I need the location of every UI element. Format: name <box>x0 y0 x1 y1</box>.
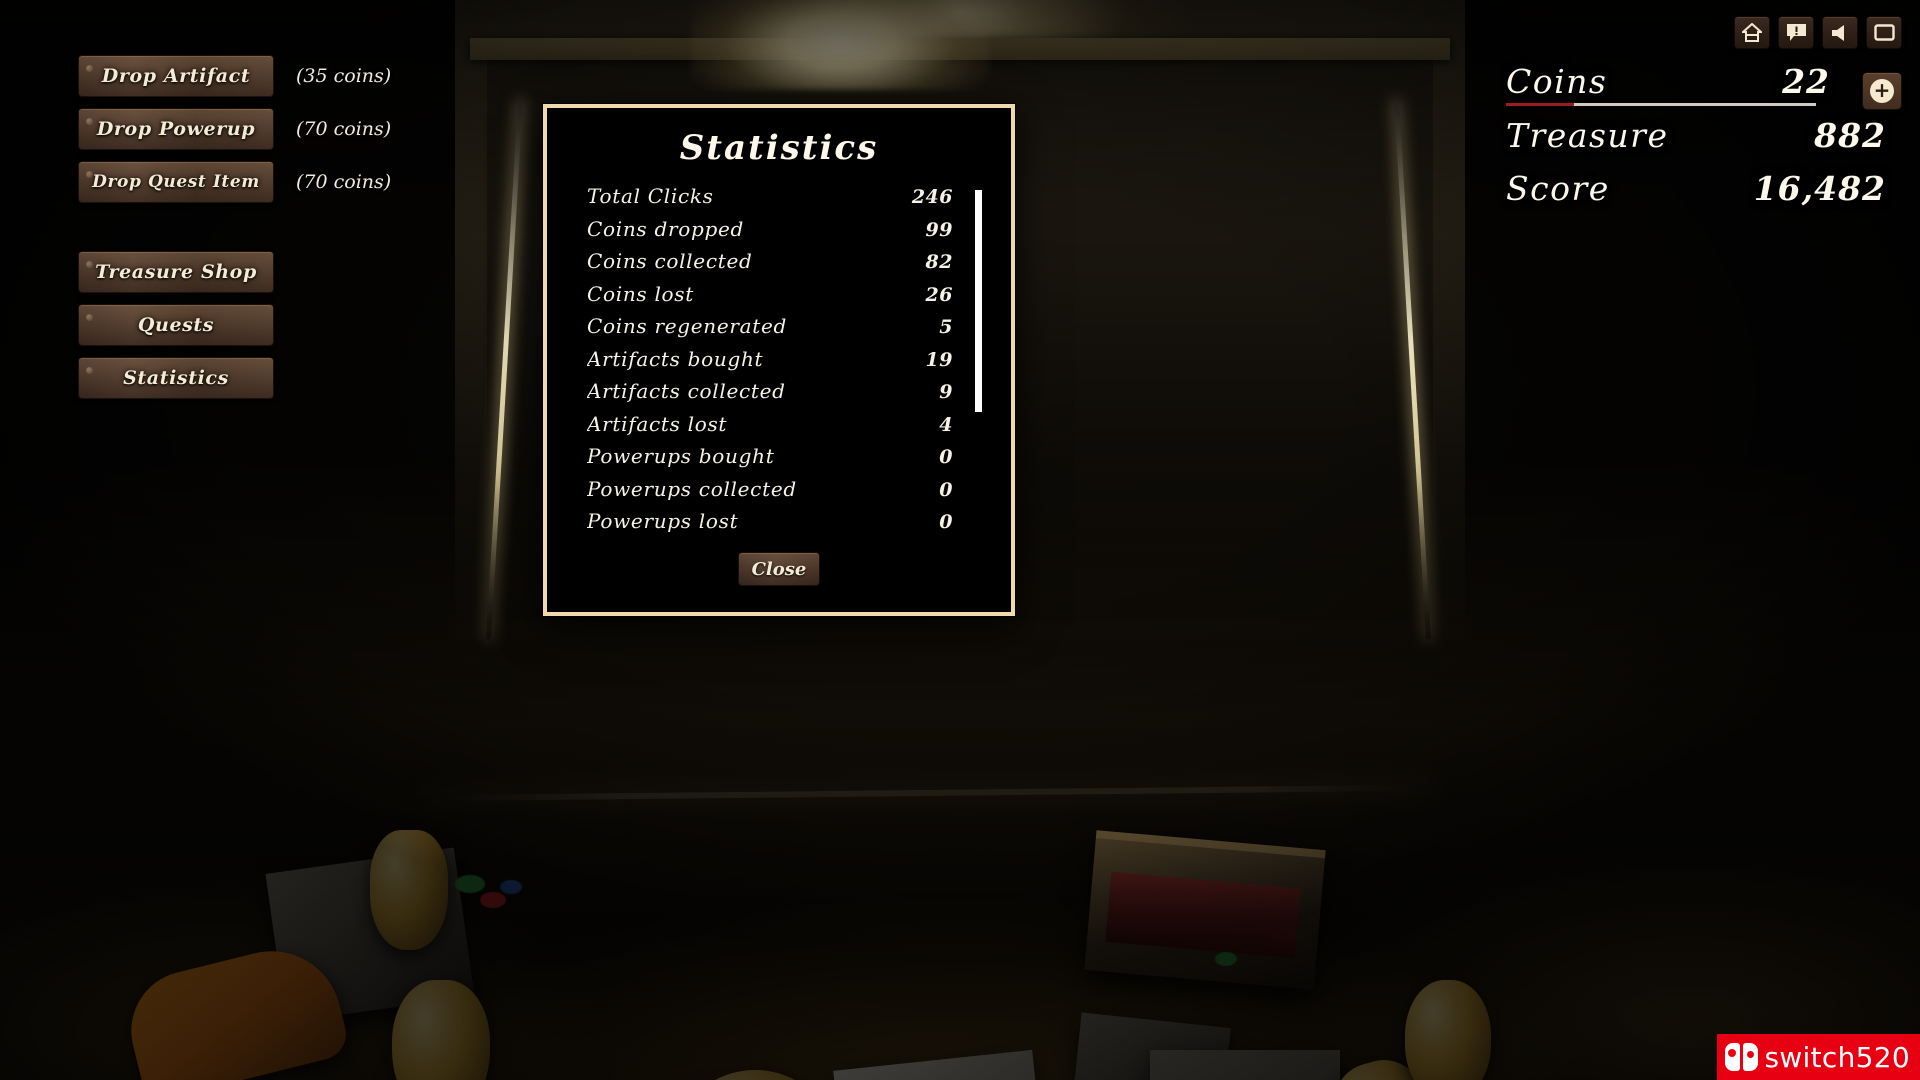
joycon-right-icon <box>1743 1043 1759 1071</box>
coins-label: Coins <box>1506 62 1608 101</box>
sidebar: Drop Artifact (35 coins) Drop Powerup (7… <box>78 55 508 410</box>
statistics-row: Powerups lost 0 <box>587 509 987 536</box>
top-icon-bar <box>1734 16 1902 49</box>
switch-logo-icon <box>1725 1043 1759 1071</box>
statistics-row-label: Artifacts bought <box>587 346 764 371</box>
score-value: 16,482 <box>1753 169 1886 208</box>
statistics-row-label: Coins collected <box>587 249 753 273</box>
watermark: switch520 <box>1717 1034 1920 1080</box>
drop-powerup-label: Drop Powerup <box>96 118 256 140</box>
statistics-scrollbar[interactable] <box>974 184 983 536</box>
statistics-row-label: Coins dropped <box>587 216 744 241</box>
carved-stone-block <box>1150 1050 1340 1080</box>
close-button-label: Close <box>751 558 807 580</box>
sidebar-item-quests[interactable]: Quests <box>78 304 274 346</box>
alert-message-icon <box>1786 23 1807 42</box>
statistics-row: Coins dropped 99 <box>587 217 987 250</box>
joycon-left-icon <box>1725 1043 1741 1071</box>
close-button[interactable]: Close <box>738 552 820 586</box>
drop-powerup-cost: (70 coins) <box>296 118 392 140</box>
statistics-row-label: Coins lost <box>587 281 694 306</box>
sidebar-item-statistics[interactable]: Statistics <box>78 357 274 399</box>
statistics-row-label: Artifacts lost <box>587 411 728 436</box>
coins-value: 22 <box>1782 62 1830 101</box>
hud-spacer <box>1506 155 1886 169</box>
quests-label: Quests <box>137 314 215 336</box>
statistics-row: Statistics <box>78 357 508 399</box>
gold-vase <box>392 980 490 1080</box>
statistics-label: Statistics <box>123 367 229 389</box>
drop-artifact-cost: (35 coins) <box>296 65 392 87</box>
statistics-row: Coins regenerated 5 <box>587 314 987 347</box>
dialog-footer: Close <box>547 552 1011 586</box>
drop-powerup-button[interactable]: Drop Powerup <box>78 108 274 150</box>
statistics-row: Artifacts collected 9 <box>587 379 987 412</box>
coins-row: Coins 22 <box>1506 62 1886 101</box>
sound-button[interactable] <box>1822 16 1858 49</box>
scene-debris <box>500 880 522 894</box>
scene-debris <box>455 875 485 893</box>
drop-artifact-button[interactable]: Drop Artifact <box>78 55 274 97</box>
sidebar-divider <box>78 214 508 251</box>
score-row: Score 16,482 <box>1506 169 1886 208</box>
dialog-title: Statistics <box>679 128 879 168</box>
drop-quest-item-button[interactable]: Drop Quest Item <box>78 161 274 203</box>
add-coins-button[interactable]: + <box>1862 72 1902 110</box>
treasure-value: 882 <box>1814 116 1886 155</box>
statistics-row-label: Total Clicks <box>587 184 714 208</box>
statistics-row-label: Powerups collected <box>587 476 797 501</box>
scene-debris <box>480 892 506 908</box>
ceiling-lamp-glow <box>690 0 990 90</box>
hud-panel: Coins 22 + Treasure 882 Score 16,482 <box>1506 62 1902 208</box>
drop-artifact-label: Drop Artifact <box>101 65 251 87</box>
statistics-row: Coins lost 26 <box>587 282 987 315</box>
statistics-list[interactable]: Total Clicks 246 Coins dropped 99 Coins coll… <box>587 184 987 536</box>
home-button[interactable] <box>1734 16 1770 49</box>
statistics-dialog: Statistics Total Clicks 246 Coins dropped 9… <box>543 104 1015 616</box>
treasure-label: Treasure <box>1506 116 1669 155</box>
statistics-row: Powerups bought 0 <box>587 444 987 477</box>
sidebar-item-treasure-shop[interactable]: Treasure Shop <box>78 251 274 293</box>
drop-quest-item-cost: (70 coins) <box>296 171 392 193</box>
coins-progress-bar <box>1506 103 1816 106</box>
statistics-row: Artifacts bought 19 <box>587 347 987 380</box>
statistics-row-label: Powerups bought <box>587 444 775 468</box>
plus-icon: + <box>1870 79 1894 103</box>
scrollbar-thumb[interactable] <box>975 190 982 412</box>
window-button[interactable] <box>1866 16 1902 49</box>
treasure-shop-label: Treasure Shop <box>95 261 257 283</box>
gold-vase <box>1405 980 1491 1080</box>
messages-button[interactable] <box>1778 16 1814 49</box>
scene-debris <box>1215 952 1237 966</box>
quests-row: Quests <box>78 304 508 346</box>
statistics-row-label: Powerups lost <box>587 509 739 533</box>
drop-quest-item-row: Drop Quest Item (70 coins) <box>78 161 508 203</box>
statistics-row: Artifacts lost 4 <box>587 412 987 445</box>
coins-progress-fill <box>1506 103 1575 106</box>
window-icon <box>1873 24 1895 41</box>
drop-artifact-row: Drop Artifact (35 coins) <box>78 55 508 97</box>
statistics-row: Coins collected 82 <box>587 249 987 282</box>
treasure-row: Treasure 882 <box>1506 116 1886 155</box>
treasure-shop-row: Treasure Shop <box>78 251 508 293</box>
sound-icon <box>1830 24 1851 42</box>
statistics-row: Powerups collected 0 <box>587 477 987 510</box>
score-label: Score <box>1506 169 1610 208</box>
home-icon <box>1742 23 1762 42</box>
statistics-row-label: Artifacts collected <box>587 379 786 403</box>
gold-vase <box>370 830 448 950</box>
drop-powerup-row: Drop Powerup (70 coins) <box>78 108 508 150</box>
statistics-row-label: Coins regenerated <box>587 314 788 338</box>
drop-quest-item-label: Drop Quest Item <box>92 172 260 192</box>
watermark-text: switch520 <box>1764 1040 1910 1074</box>
statistics-row: Total Clicks 246 <box>587 184 987 217</box>
